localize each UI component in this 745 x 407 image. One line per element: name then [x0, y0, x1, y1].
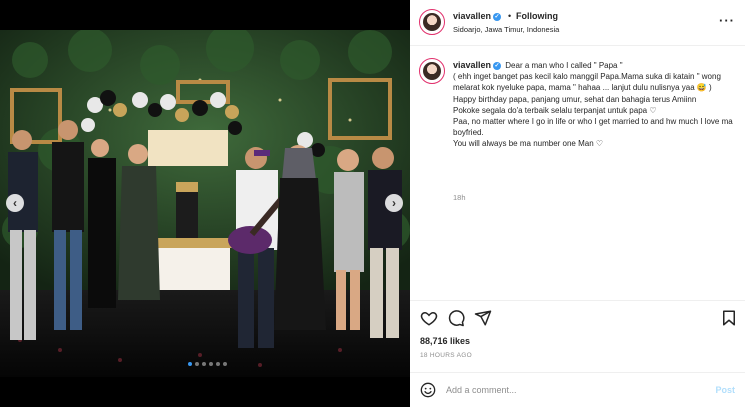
avatar[interactable]	[419, 58, 445, 84]
post-media: ‹ ›	[0, 0, 410, 407]
username-text: viavallen	[453, 11, 492, 21]
carousel-dot	[188, 362, 192, 366]
likes-count[interactable]: 88,716 likes	[420, 336, 470, 346]
carousel-prev-button[interactable]: ‹	[6, 194, 24, 212]
carousel-dot	[216, 362, 220, 366]
caption-line: Pokoke segala do'a terbaik selalu terpan…	[453, 105, 657, 115]
avatar[interactable]	[419, 9, 445, 35]
post-timestamp[interactable]: 18 HOURS AGO	[420, 352, 472, 359]
carousel-dot	[223, 362, 227, 366]
caption-line: ( ehh inget banget pas kecil kalo manggi…	[453, 72, 721, 93]
post-photo[interactable]	[0, 30, 410, 377]
username-link[interactable]: viavallen ✓	[453, 11, 502, 21]
heart-icon[interactable]	[420, 309, 438, 327]
post-header: viavallen ✓ • Following Sidoarjo, Jawa Ti…	[410, 0, 745, 46]
action-bar	[410, 300, 745, 334]
caption-line: Dear a man who I called " Papa "	[505, 61, 623, 70]
caption-line: Happy birthday papa, panjang umur, sehat…	[453, 94, 697, 104]
following-button[interactable]: Following	[516, 11, 558, 21]
carousel-dot	[209, 362, 213, 366]
caption-text: viavallen ✓ Dear a man who I called " Pap…	[453, 60, 743, 150]
caption-line: You will always be ma number one Man ♡	[453, 139, 604, 149]
verified-badge-icon: ✓	[493, 61, 502, 70]
chevron-left-icon: ‹	[13, 196, 17, 210]
more-options-icon[interactable]: ···	[719, 13, 735, 28]
comment-bar: Post	[410, 372, 745, 407]
verified-badge-icon: ✓	[493, 12, 502, 21]
carousel-dot	[195, 362, 199, 366]
send-icon[interactable]	[474, 309, 492, 327]
separator-dot: •	[508, 11, 512, 21]
emoji-icon[interactable]	[420, 382, 436, 398]
group-photo-illustration	[0, 30, 410, 377]
carousel-dot	[202, 362, 206, 366]
post-comment-button[interactable]: Post	[715, 385, 735, 395]
carousel-indicator	[188, 362, 227, 366]
carousel-next-button[interactable]: ›	[385, 194, 403, 212]
location-link[interactable]: Sidoarjo, Jawa Timur, Indonesia	[453, 25, 559, 34]
post-side-panel: viavallen ✓ • Following Sidoarjo, Jawa Ti…	[410, 0, 745, 407]
chevron-right-icon: ›	[392, 196, 396, 210]
bookmark-icon[interactable]	[720, 309, 738, 327]
caption-timestamp[interactable]: 18h	[453, 193, 466, 202]
caption-section: viavallen ✓ Dear a man who I called " Pap…	[410, 58, 745, 298]
caption-line: Paa, no matter where I go in life or who…	[453, 117, 733, 138]
comment-icon[interactable]	[447, 309, 465, 327]
comment-input[interactable]	[446, 383, 696, 397]
caption-username-link[interactable]: viavallen ✓	[453, 60, 502, 70]
